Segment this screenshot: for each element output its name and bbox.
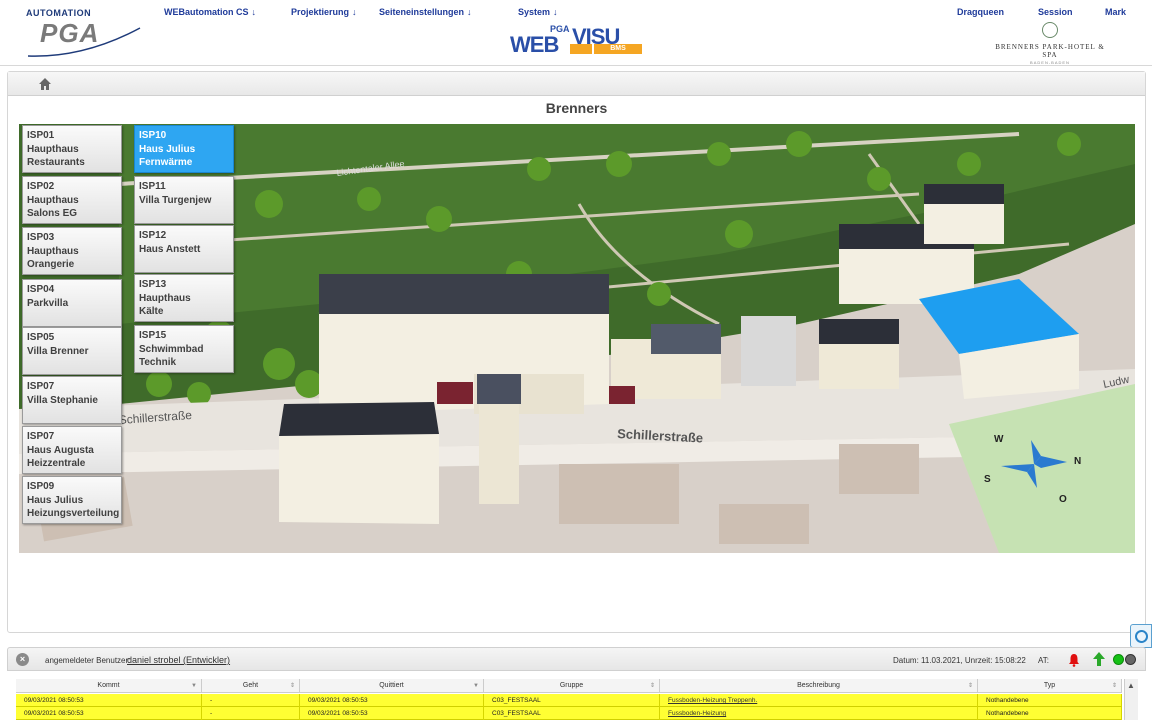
user-link-dragqueen[interactable]: Dragqueen — [957, 7, 1004, 17]
sort-icon: ⇕ — [289, 683, 295, 689]
col-gruppe[interactable]: Gruppe ⇕ — [484, 679, 660, 693]
main-panel: Brenners Lichtentaler Allee Schillerstra… — [7, 71, 1146, 633]
alarm-geht: - — [202, 694, 300, 707]
alarm-beschreibung[interactable]: Fussboden-Heizung — [660, 707, 978, 720]
status-dark-icon — [1125, 654, 1136, 665]
alarm-table-header: Kommt ▼ Geht ⇕ Quittiert ▼ Gruppe ⇕ Beschrei… — [16, 679, 1122, 693]
alarm-kommt: 09/03/2021 08:50:53 — [16, 707, 202, 720]
isp13-button[interactable]: ISP13 Haupthaus Kälte — [134, 274, 234, 322]
col-geht[interactable]: Geht ⇕ — [202, 679, 300, 693]
nav-webautomation[interactable]: WEBautomation CS ↓ — [164, 7, 256, 17]
alarm-quittiert: 09/03/2021 08:50:53 — [300, 707, 484, 720]
sort-desc-icon: ▼ — [473, 683, 479, 689]
alarm-bell-icon[interactable] — [1068, 653, 1080, 667]
compass-o: O — [1059, 494, 1067, 505]
alarm-typ: Nothandebene — [978, 707, 1122, 720]
col-beschreibung[interactable]: Beschreibung ⇕ — [660, 679, 978, 693]
nav-system[interactable]: System ↓ — [518, 7, 558, 17]
nav-seiteneinstellungen[interactable]: Seiteneinstellungen ↓ — [379, 7, 472, 17]
isp12-button[interactable]: ISP12 Haus Anstett — [134, 225, 234, 273]
session-link[interactable]: Session — [1038, 7, 1073, 17]
compass-n: N — [1074, 456, 1081, 467]
page-title: Brenners — [545, 100, 608, 116]
isp01-button[interactable]: ISP01 Haupthaus Restaurants — [22, 125, 122, 173]
isp09-button[interactable]: ISP09 Haus Julius Heizungsverteilung — [22, 476, 122, 524]
isp04-button[interactable]: ISP04 Parkvilla — [22, 279, 122, 327]
scroll-up-icon[interactable]: ▲ — [1127, 681, 1135, 690]
col-kommt[interactable]: Kommt ▼ — [16, 679, 202, 693]
logo-pga-text: PGA — [550, 24, 570, 34]
sort-desc-icon: ▼ — [191, 683, 197, 689]
alarm-quittiert: 09/03/2021 08:50:53 — [300, 694, 484, 707]
arrow-up-icon[interactable] — [1093, 652, 1105, 666]
isp07-villa-stephanie-button[interactable]: ISP07 Villa Stephanie — [22, 376, 122, 424]
side-panel-toggle[interactable] — [1130, 624, 1152, 648]
col-quittiert[interactable]: Quittiert ▼ — [300, 679, 484, 693]
alarm-scrollbar[interactable]: ▲ — [1124, 679, 1138, 720]
alarm-row[interactable]: 09/03/2021 08:50:53 - 09/03/2021 08:50:5… — [16, 694, 1122, 707]
teamviewer-icon — [1135, 630, 1148, 643]
alarm-table: Kommt ▼ Geht ⇕ Quittiert ▼ Gruppe ⇕ Beschrei… — [16, 679, 1122, 720]
toolbar — [8, 72, 1145, 96]
webvisu-bms-logo: WEB PGA VISU BMS — [510, 24, 646, 58]
compass-w: W — [994, 434, 1004, 445]
pga-automation-logo[interactable]: AUTOMATION PGA — [24, 8, 144, 57]
hotel-name: BRENNERS PARK-HOTEL & SPA — [995, 43, 1105, 59]
alarm-geht: - — [202, 707, 300, 720]
nav-projektierung[interactable]: Projektierung ↓ — [291, 7, 357, 17]
isp02-button[interactable]: ISP02 Haupthaus Salons EG — [22, 176, 122, 224]
isp15-button[interactable]: ISP15 Schwimmbad Technik — [134, 325, 234, 373]
isp07-haus-augusta-button[interactable]: ISP07 Haus Augusta Heizzentrale — [22, 426, 122, 474]
alarm-gruppe: C03_FESTSAAL — [484, 694, 660, 707]
user-label: angemeldeter Benutzer: — [45, 656, 131, 665]
brenners-hotel-logo: BRENNERS PARK-HOTEL & SPA BADEN-BADEN — [990, 22, 1110, 65]
header: AUTOMATION PGA WEBautomation CS ↓ Projekt… — [0, 0, 1152, 66]
isp11-button[interactable]: ISP11 Villa Turgenjew — [134, 176, 234, 224]
alarm-row[interactable]: 09/03/2021 08:50:53 - 09/03/2021 08:50:5… — [16, 707, 1122, 720]
datetime-display: Datum: 11.03.2021, Unrzeit: 15:08:22 — [893, 656, 1026, 665]
logo-bms-badge: BMS — [594, 44, 642, 54]
status-green-icon — [1113, 654, 1124, 665]
mark-link[interactable]: Mark — [1105, 7, 1126, 17]
status-bar: × angemeldeter Benutzer: daniel strobel … — [7, 647, 1146, 671]
at-label: AT: — [1038, 656, 1049, 665]
user-name-link[interactable]: daniel strobel (Entwickler) — [127, 655, 230, 665]
isp05-button[interactable]: ISP05 Villa Brenner — [22, 327, 122, 375]
col-typ[interactable]: Typ ⇕ — [978, 679, 1122, 693]
alarm-beschreibung[interactable]: Fussboden-Heizung Treppenh. — [660, 694, 978, 707]
home-icon[interactable] — [38, 77, 52, 91]
site-map: Lichtentaler Allee Schillerstraße Schill… — [19, 124, 1135, 553]
logo-web-text: WEB — [510, 32, 559, 57]
sort-icon: ⇕ — [1111, 683, 1117, 689]
logo-brand-top: AUTOMATION — [26, 8, 92, 18]
close-icon[interactable]: × — [16, 653, 29, 666]
sort-icon: ⇕ — [967, 683, 973, 689]
sort-icon: ⇕ — [649, 683, 655, 689]
hotel-sub: BADEN-BADEN — [1030, 60, 1070, 65]
alarm-kommt: 09/03/2021 08:50:53 — [16, 694, 202, 707]
compass-s: S — [984, 474, 991, 485]
alarm-typ: Nothandebene — [978, 694, 1122, 707]
alarm-gruppe: C03_FESTSAAL — [484, 707, 660, 720]
isp03-button[interactable]: ISP03 Haupthaus Orangerie — [22, 227, 122, 275]
logo-swoosh-icon — [27, 27, 141, 57]
crest-icon — [1042, 22, 1058, 38]
logo-orange-bar — [570, 44, 592, 54]
isp10-button[interactable]: ISP10 Haus Julius Fernwärme — [134, 125, 234, 173]
